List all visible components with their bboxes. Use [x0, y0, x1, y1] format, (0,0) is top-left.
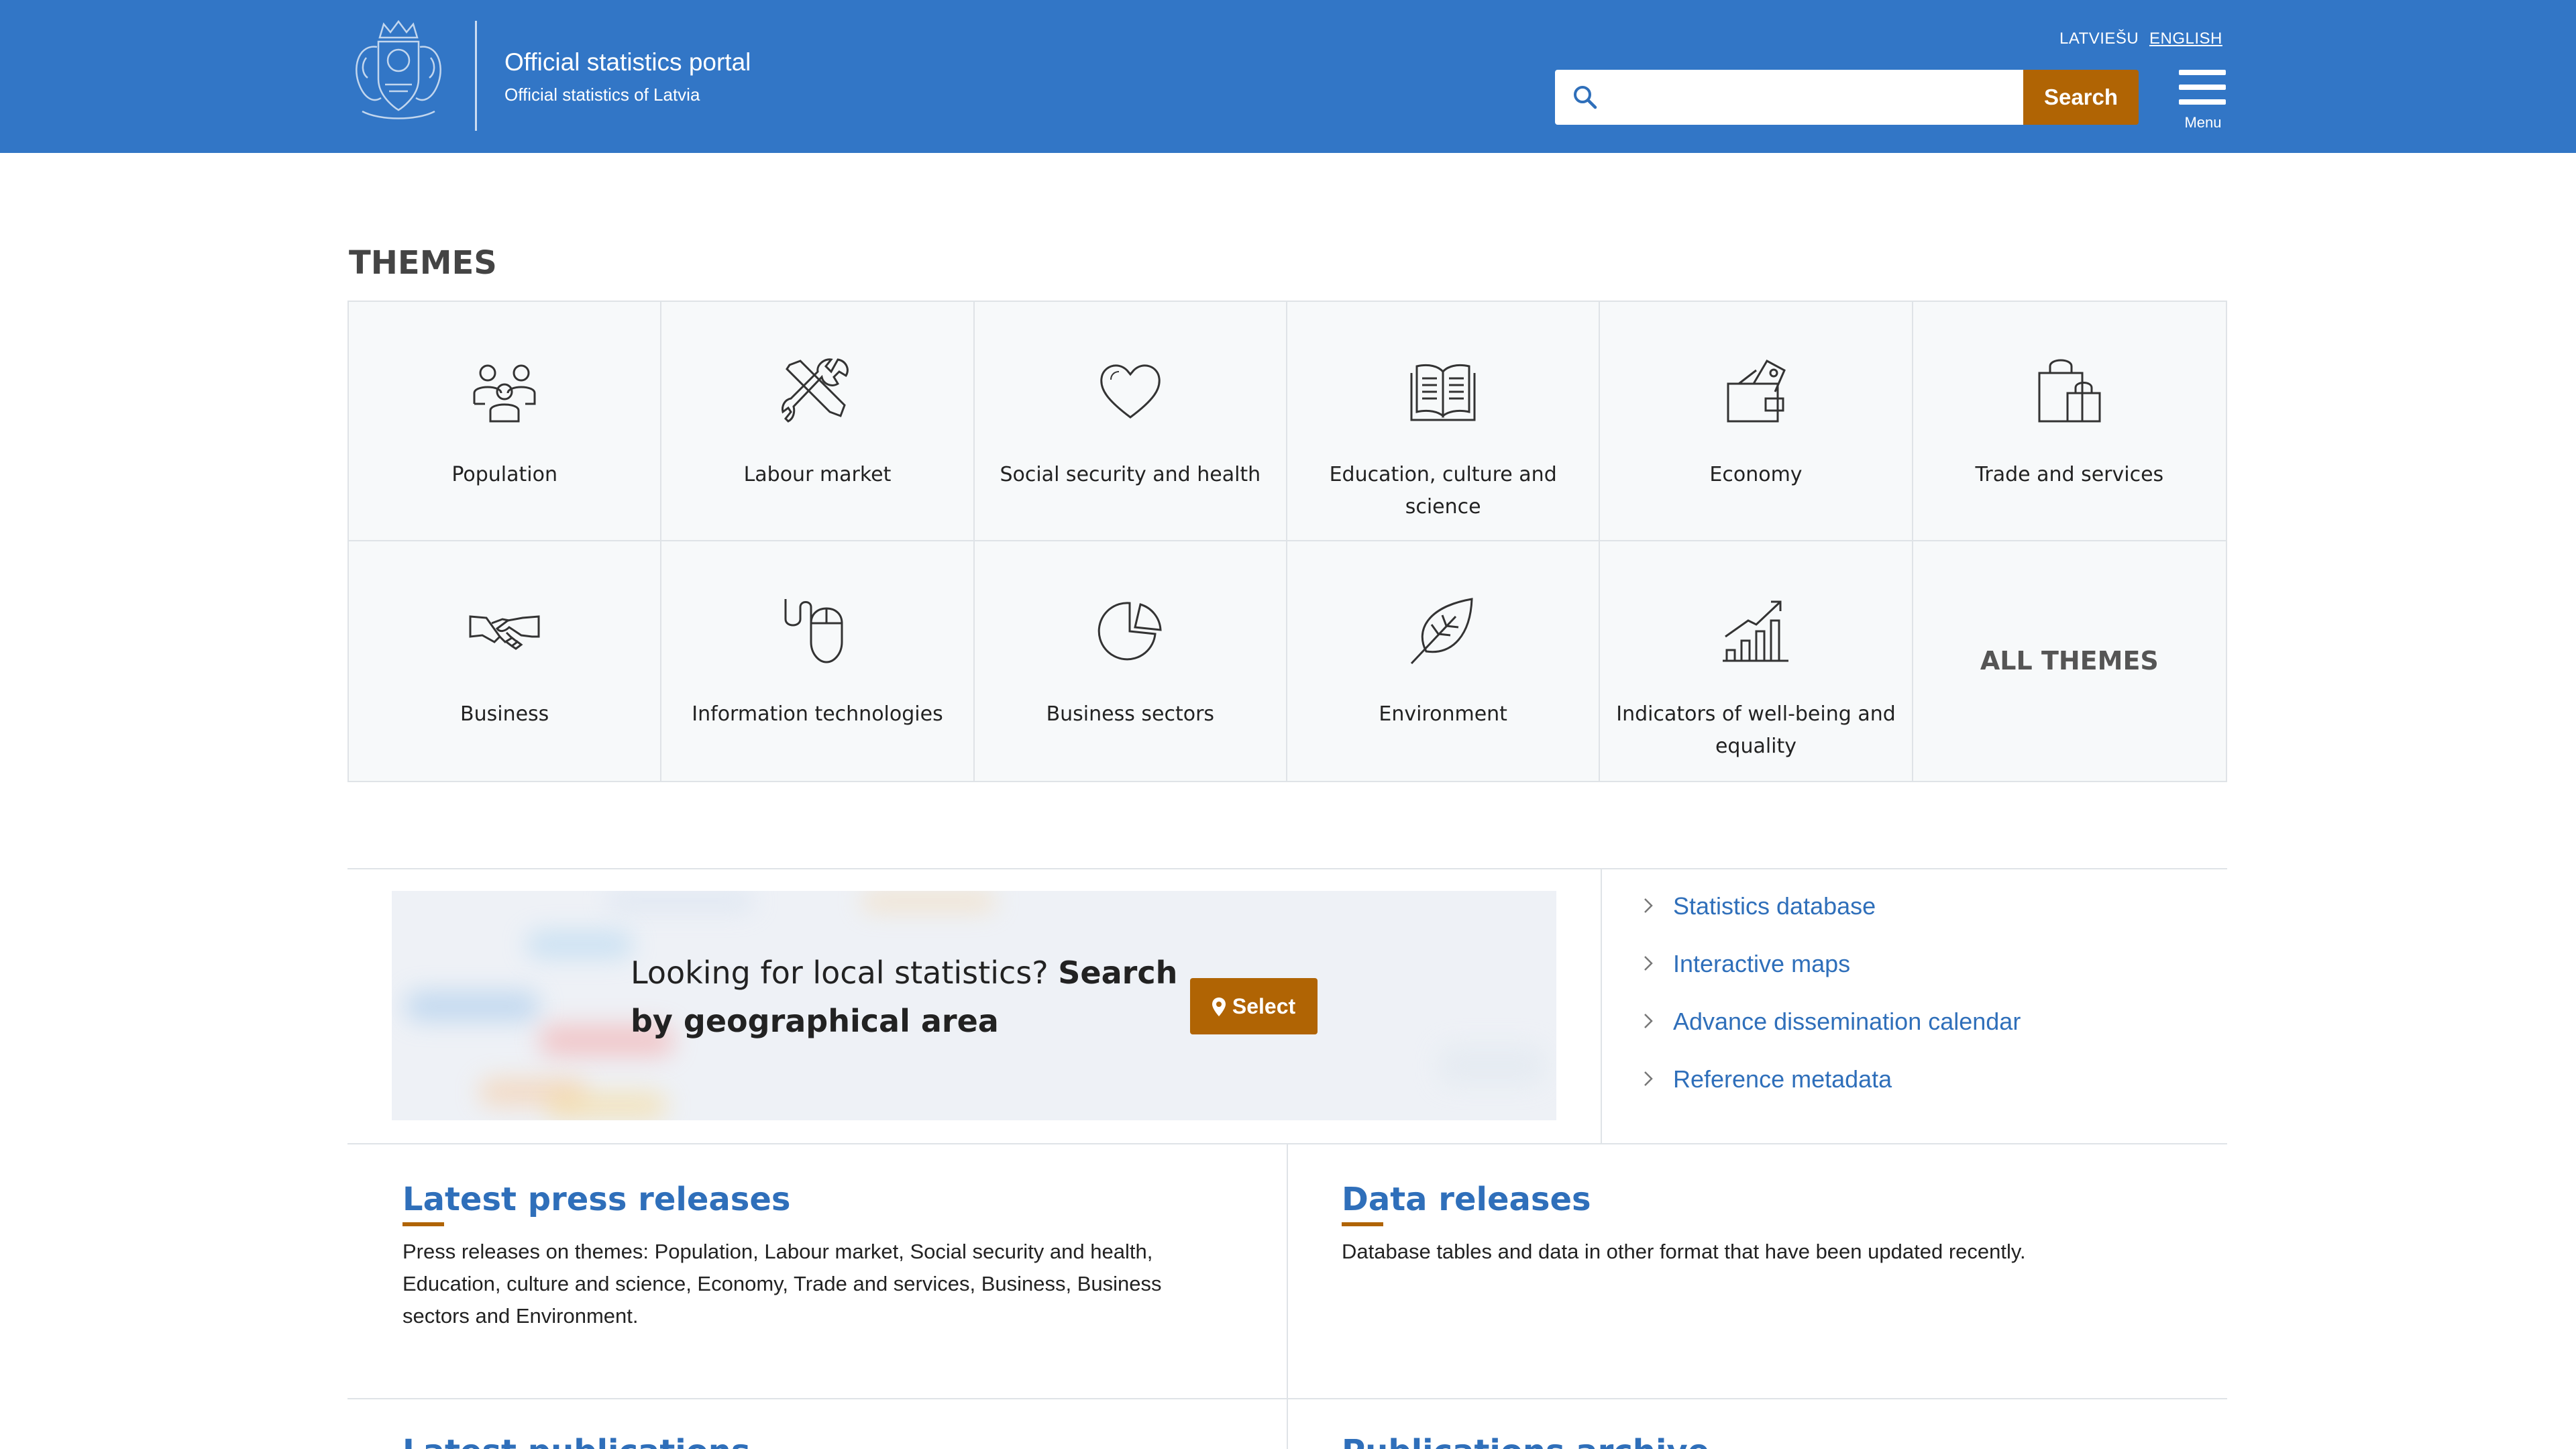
quick-link-label[interactable]: Reference metadata [1673, 1065, 1892, 1093]
theme-tile-education-culture-science[interactable]: Education, culture and science [1287, 302, 1601, 541]
theme-label: Social security and health [1000, 463, 1261, 486]
select-area-button[interactable]: Select [1190, 978, 1318, 1034]
theme-label: Labour market [743, 463, 892, 486]
geographical-search-text: Looking for local statistics? Search by … [631, 949, 1181, 1045]
menu-label: Menu [2184, 114, 2222, 131]
section-divider [347, 1398, 2227, 1399]
theme-label: Education, culture and science [1329, 463, 1557, 519]
theme-label: Trade and services [1975, 463, 2164, 486]
tools-icon [782, 358, 849, 423]
theme-tile-business[interactable]: Business [349, 541, 662, 781]
growth-chart-icon [1723, 600, 1789, 662]
themes-heading: THEMES [349, 244, 497, 282]
theme-label: Indicators of well-being and equality [1616, 702, 1896, 758]
site-header: Official statistics portal Official stat… [0, 0, 2576, 153]
theme-tile-trade-services[interactable]: Trade and services [1913, 302, 2226, 541]
title-underline [402, 1222, 444, 1226]
theme-tile-information-technologies[interactable]: Information technologies [661, 541, 975, 781]
theme-tile-labour-market[interactable]: Labour market [661, 302, 975, 541]
theme-tile-business-sectors[interactable]: Business sectors [975, 541, 1287, 781]
quick-link-label[interactable]: Statistics database [1673, 892, 1876, 920]
section-divider-vertical [1601, 868, 1602, 1143]
section-divider [347, 868, 2227, 869]
themes-grid: Population Labour market Social security… [347, 301, 2227, 782]
latest-press-releases-title[interactable]: Latest press releases [402, 1181, 790, 1218]
geographical-search-banner: Looking for local statistics? Search by … [392, 891, 1556, 1120]
language-latvian-link[interactable]: LATVIEŠU [2059, 30, 2139, 48]
press-releases-description: Press releases on themes: Population, La… [402, 1240, 1162, 1328]
quick-link-label[interactable]: Advance dissemination calendar [1673, 1008, 2021, 1036]
mouse-icon [784, 599, 843, 663]
people-icon [473, 364, 536, 423]
latest-publications-title[interactable]: Latest publications [402, 1433, 750, 1449]
theme-tile-well-being-equality[interactable]: Indicators of well-being and equality [1600, 541, 1913, 781]
logo-divider [475, 21, 477, 131]
search-input[interactable] [1613, 70, 2015, 125]
shopping-bags-icon [2038, 359, 2101, 423]
title-underline [1342, 1222, 1383, 1226]
theme-label: Business sectors [1046, 702, 1215, 726]
publications-archive-title[interactable]: Publications archive [1342, 1433, 1709, 1449]
theme-label: Population [451, 463, 557, 486]
menu-button[interactable]: Menu [2178, 70, 2229, 131]
wallet-icon [1727, 359, 1786, 423]
theme-tile-population[interactable]: Population [349, 302, 662, 541]
chevron-right-icon [1644, 956, 1653, 971]
leaf-icon [1411, 598, 1473, 665]
theme-tile-social-security-health[interactable]: Social security and health [974, 302, 1287, 541]
heart-icon [1100, 364, 1161, 419]
all-themes-link[interactable]: ALL THEMES [1913, 646, 2226, 676]
theme-label: Economy [1709, 463, 1803, 486]
geo-text-plain: Looking for local statistics? [631, 955, 1049, 991]
all-themes-tile[interactable]: ALL THEMES [1913, 541, 2226, 781]
language-english-link[interactable]: ENGLISH [2149, 30, 2222, 48]
search-icon [1574, 86, 1597, 109]
handshake-icon [469, 615, 540, 650]
section-divider-vertical [1287, 1143, 1288, 1449]
theme-tile-economy[interactable]: Economy [1600, 302, 1913, 541]
pie-chart-icon [1097, 602, 1162, 661]
theme-label: Business [460, 702, 549, 726]
site-subtitle: Official statistics of Latvia [504, 85, 700, 105]
search-button[interactable]: Search [2023, 70, 2139, 125]
select-button-label: Select [1232, 994, 1296, 1018]
map-pin-icon [1212, 997, 1226, 1016]
theme-label: Environment [1379, 702, 1507, 726]
search-box [1555, 70, 2025, 125]
chevron-right-icon [1644, 898, 1653, 913]
chevron-right-icon [1644, 1071, 1653, 1086]
chevron-right-icon [1644, 1014, 1653, 1028]
data-releases-description: Database tables and data in other format… [1342, 1240, 2026, 1263]
data-releases-title[interactable]: Data releases [1342, 1181, 1591, 1218]
theme-tile-environment[interactable]: Environment [1287, 541, 1601, 781]
quick-link-label[interactable]: Interactive maps [1673, 950, 1850, 978]
site-title[interactable]: Official statistics portal [504, 48, 751, 76]
theme-label: Information technologies [692, 702, 943, 726]
coat-of-arms-logo[interactable] [346, 17, 451, 125]
book-icon [1410, 364, 1476, 421]
